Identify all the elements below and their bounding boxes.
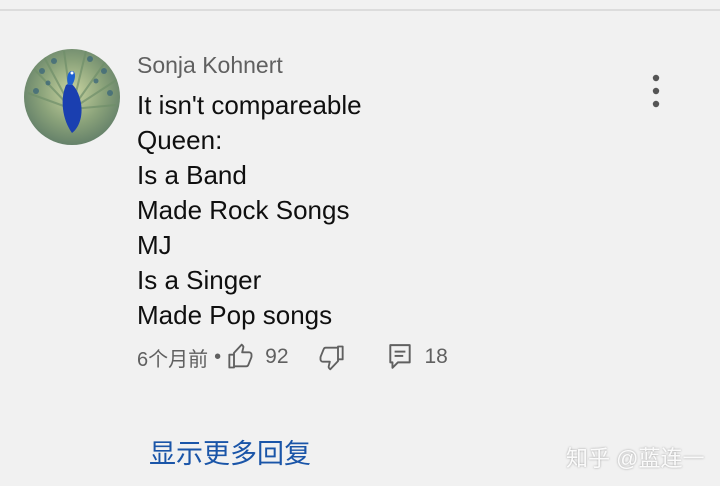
reply-icon	[388, 344, 411, 369]
like-button[interactable]	[227, 343, 255, 371]
comment-line: Made Rock Songs	[137, 195, 350, 225]
comment-line: Is a Band	[137, 160, 247, 190]
show-more-replies-link[interactable]: 显示更多回复	[149, 436, 311, 472]
top-divider	[0, 9, 720, 11]
dislike-button[interactable]	[317, 343, 345, 371]
comment-author[interactable]: Sonja Kohnert	[137, 52, 283, 78]
comment-actions: 6个月前 • 92 18	[137, 340, 448, 374]
more-options-button[interactable]	[636, 66, 676, 116]
separator-dot: •	[214, 345, 222, 368]
like-count: 92	[265, 345, 289, 368]
reply-button[interactable]	[387, 343, 413, 371]
comment-line: Made Pop songs	[137, 300, 333, 330]
reply-count: 18	[424, 345, 448, 368]
more-vertical-icon	[652, 74, 660, 108]
comment-timestamp: 6个月前	[137, 348, 209, 371]
comment-body: It isn't compareable Queen: Is a Band Ma…	[137, 88, 617, 333]
thumbs-up-icon	[228, 343, 253, 369]
comment-line: Is a Singer	[137, 265, 262, 295]
comment-line: It isn't compareable	[137, 90, 362, 120]
watermark: 知乎 @蓝连一	[566, 446, 705, 471]
avatar[interactable]	[24, 49, 120, 145]
comment-line: MJ	[137, 230, 172, 260]
comment-line: Queen:	[137, 125, 223, 155]
peacock-avatar-image	[24, 49, 120, 145]
thumbs-down-icon	[319, 345, 344, 371]
